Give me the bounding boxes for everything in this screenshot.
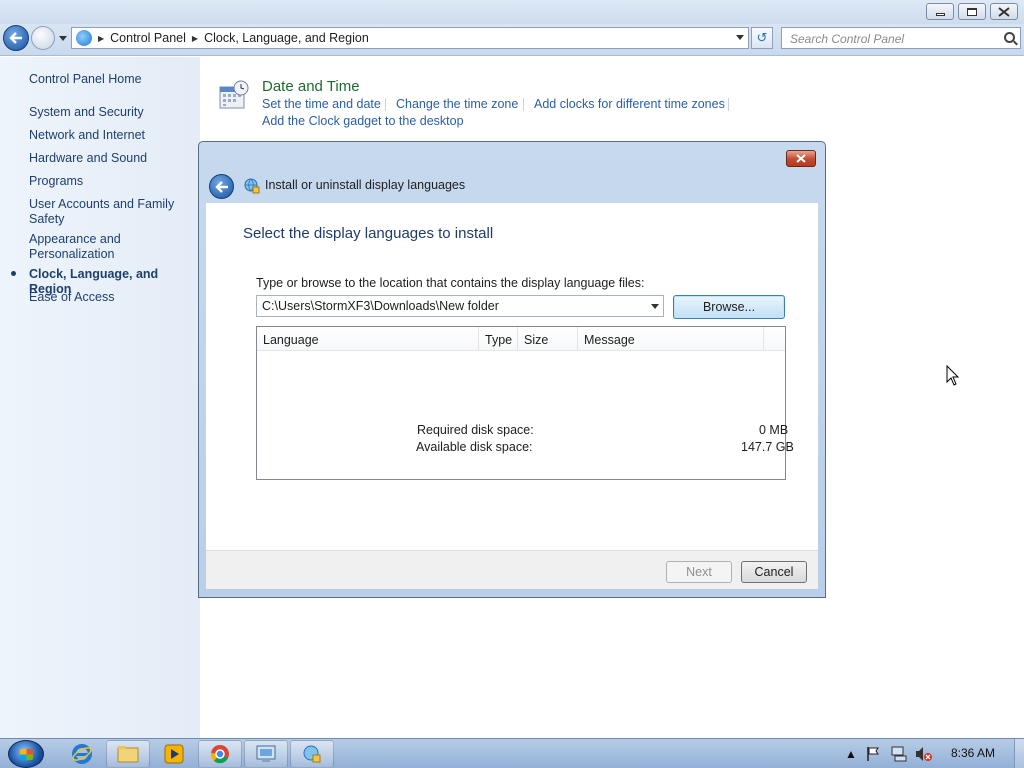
search-placeholder: Search Control Panel: [790, 32, 905, 46]
link-separator: [385, 98, 386, 111]
path-value: C:\Users\StormXF3\Downloads\New folder: [262, 299, 499, 313]
address-dropdown-icon[interactable]: [736, 35, 744, 40]
forward-button[interactable]: [31, 26, 55, 50]
back-arrow-icon: [9, 32, 22, 44]
column-header-type[interactable]: Type: [479, 327, 518, 351]
media-player-icon: [164, 744, 184, 764]
sidebar-item-ease-of-access[interactable]: Ease of Access: [29, 290, 194, 305]
breadcrumb-control-panel[interactable]: Control Panel: [110, 31, 186, 45]
link-change-time-zone[interactable]: Change the time zone: [396, 97, 518, 111]
dialog-back-button[interactable]: [209, 174, 234, 199]
list-header: Language Type Size Message: [257, 327, 785, 351]
refresh-icon: ↺: [756, 30, 768, 45]
show-hidden-icons-button[interactable]: ▲: [845, 747, 857, 761]
taskbar-control-panel[interactable]: [244, 740, 288, 768]
language-list[interactable]: Language Type Size Message: [256, 326, 786, 480]
taskbar: ▲ 8:36 AM: [0, 738, 1024, 768]
sidebar-item-control-panel-home[interactable]: Control Panel Home: [29, 72, 194, 87]
search-input[interactable]: Search Control Panel: [781, 27, 1021, 49]
taskbar-language-installer[interactable]: [290, 740, 334, 768]
dialog-title: Install or uninstall display languages: [265, 178, 466, 192]
breadcrumb-chevron-icon[interactable]: ▶: [98, 34, 104, 43]
dialog-footer: Next Cancel: [206, 550, 818, 589]
link-add-clock-gadget[interactable]: Add the Clock gadget to the desktop: [262, 114, 464, 128]
breadcrumb-chevron-icon[interactable]: ▶: [192, 34, 198, 43]
windows-logo-icon: [20, 749, 33, 760]
internet-explorer-icon: [72, 744, 92, 764]
sidebar-item-system-security[interactable]: System and Security: [29, 105, 194, 120]
link-add-clocks[interactable]: Add clocks for different time zones: [534, 97, 725, 111]
sidebar-item-appearance[interactable]: Appearance and Personalization: [29, 232, 149, 262]
column-header-size[interactable]: Size: [518, 327, 578, 351]
control-panel-icon: [76, 30, 92, 46]
volume-muted-icon[interactable]: [915, 746, 933, 762]
network-icon[interactable]: [891, 746, 907, 762]
required-disk-value: 0 MB: [759, 423, 789, 437]
taskbar-chrome[interactable]: [198, 740, 242, 768]
taskbar-internet-explorer[interactable]: [60, 740, 104, 768]
link-separator: [523, 98, 524, 111]
taskbar-media-player[interactable]: [152, 740, 196, 768]
date-time-icon: [219, 80, 249, 109]
sidebar-item-network-internet[interactable]: Network and Internet: [29, 128, 194, 143]
navigation-bar: ▶ Control Panel ▶ Clock, Language, and R…: [0, 24, 1024, 56]
active-bullet-icon: [11, 271, 16, 276]
back-arrow-icon: [214, 180, 228, 193]
language-files-path-input[interactable]: C:\Users\StormXF3\Downloads\New folder: [256, 295, 664, 317]
close-icon: [998, 6, 1010, 17]
action-center-flag-icon[interactable]: [866, 746, 880, 762]
available-disk-label: Available disk space:: [416, 440, 533, 454]
path-dropdown-icon[interactable]: [651, 304, 659, 309]
mouse-cursor-icon: [946, 365, 960, 386]
minimize-icon: [935, 13, 945, 16]
restore-icon: [967, 7, 977, 16]
browse-button[interactable]: Browse...: [673, 295, 785, 319]
search-icon[interactable]: [1004, 32, 1015, 43]
language-globe-icon: [244, 178, 260, 194]
column-header-language[interactable]: Language: [257, 327, 479, 351]
start-button[interactable]: [8, 740, 44, 768]
control-panel-icon: [256, 745, 276, 762]
taskbar-windows-explorer[interactable]: [106, 740, 150, 768]
sidebar-item-user-accounts[interactable]: User Accounts and Family Safety: [29, 197, 179, 227]
dialog-heading: Select the display languages to install: [243, 225, 494, 242]
link-separator: [728, 98, 729, 111]
next-button[interactable]: Next: [666, 561, 732, 583]
sidebar: Control Panel Home System and Security N…: [0, 57, 200, 738]
section-title-date-time[interactable]: Date and Time: [262, 78, 360, 95]
breadcrumb-clock-language-region[interactable]: Clock, Language, and Region: [204, 31, 369, 45]
column-header-message[interactable]: Message: [578, 327, 764, 351]
windows-explorer-icon: [117, 746, 139, 763]
sidebar-item-programs[interactable]: Programs: [29, 174, 194, 189]
required-disk-label: Required disk space:: [417, 423, 534, 437]
close-button[interactable]: [990, 3, 1018, 20]
language-installer-icon: [303, 745, 321, 763]
restore-button[interactable]: [958, 3, 986, 20]
show-desktop-button[interactable]: [1014, 739, 1024, 768]
dialog-close-button[interactable]: [786, 150, 816, 167]
minimize-button[interactable]: [926, 3, 954, 20]
available-disk-value: 147.7 GB: [741, 440, 794, 454]
close-icon: [796, 154, 806, 163]
window-titlebar: [0, 0, 1024, 24]
sidebar-item-hardware-sound[interactable]: Hardware and Sound: [29, 151, 194, 166]
location-prompt: Type or browse to the location that cont…: [256, 276, 645, 290]
back-button[interactable]: [3, 25, 29, 51]
install-languages-dialog: Install or uninstall display languages S…: [198, 141, 826, 598]
address-bar[interactable]: ▶ Control Panel ▶ Clock, Language, and R…: [71, 27, 749, 49]
taskbar-clock[interactable]: 8:36 AM: [951, 746, 995, 760]
cancel-button[interactable]: Cancel: [741, 561, 807, 583]
chrome-icon: [210, 745, 229, 764]
refresh-button[interactable]: ↺: [751, 27, 773, 49]
recent-pages-dropdown[interactable]: [59, 36, 67, 41]
link-set-time-date[interactable]: Set the time and date: [262, 97, 381, 111]
dialog-body: Select the display languages to install …: [206, 203, 818, 589]
